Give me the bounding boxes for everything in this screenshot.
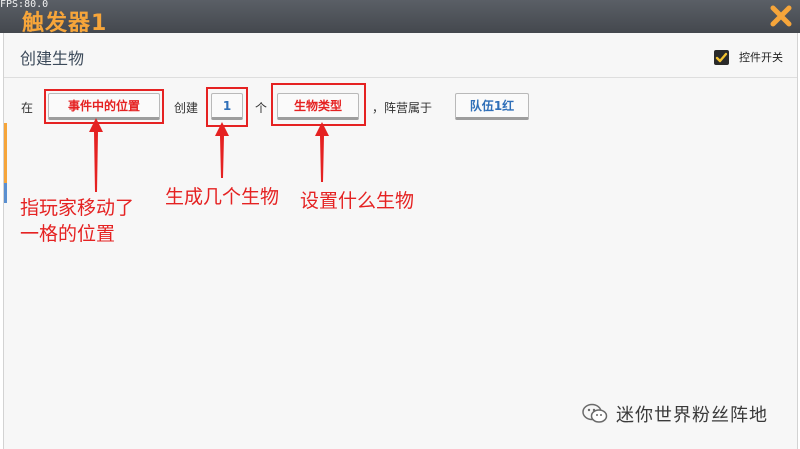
team-button[interactable]: 队伍1红 [455, 93, 529, 120]
create-label: 创建 [174, 101, 199, 115]
count-highlight [206, 87, 248, 127]
section-header: 创建生物 控件开关 [4, 33, 797, 78]
title-bar: FPS:80.0 触发器1 [0, 0, 800, 36]
close-button[interactable] [768, 3, 794, 29]
toggle-checkbox[interactable] [714, 49, 729, 65]
creature-arrow-icon [315, 122, 329, 182]
wechat-icon [582, 403, 608, 423]
watermark-text: 迷你世界粉丝阵地 [616, 405, 768, 426]
control-toggle[interactable]: 控件开关 [714, 49, 783, 65]
faction-label: ，阵营属于 [372, 101, 433, 115]
checkmark-icon [715, 52, 728, 62]
close-icon [770, 5, 792, 27]
creature-annotation: 设置什么生物 [300, 190, 415, 212]
toggle-label: 控件开关 [739, 51, 783, 64]
left-edge-accent-blue [4, 183, 7, 203]
creature-highlight [271, 83, 366, 126]
at-label: 在 [21, 101, 34, 115]
position-annotation-line1: 指玩家移动了 [20, 197, 135, 219]
position-annotation-line2: 一格的位置 [20, 223, 116, 245]
position-annotation: 指玩家移动了 一格的位置 [20, 195, 134, 247]
position-arrow-icon [89, 118, 103, 192]
left-edge-accent [4, 123, 7, 183]
section-title: 创建生物 [20, 49, 85, 68]
count-arrow-icon [215, 122, 229, 178]
unit-label: 个 [255, 101, 268, 115]
watermark: 迷你世界粉丝阵地 [582, 401, 768, 427]
count-annotation: 生成几个生物 [165, 186, 280, 208]
